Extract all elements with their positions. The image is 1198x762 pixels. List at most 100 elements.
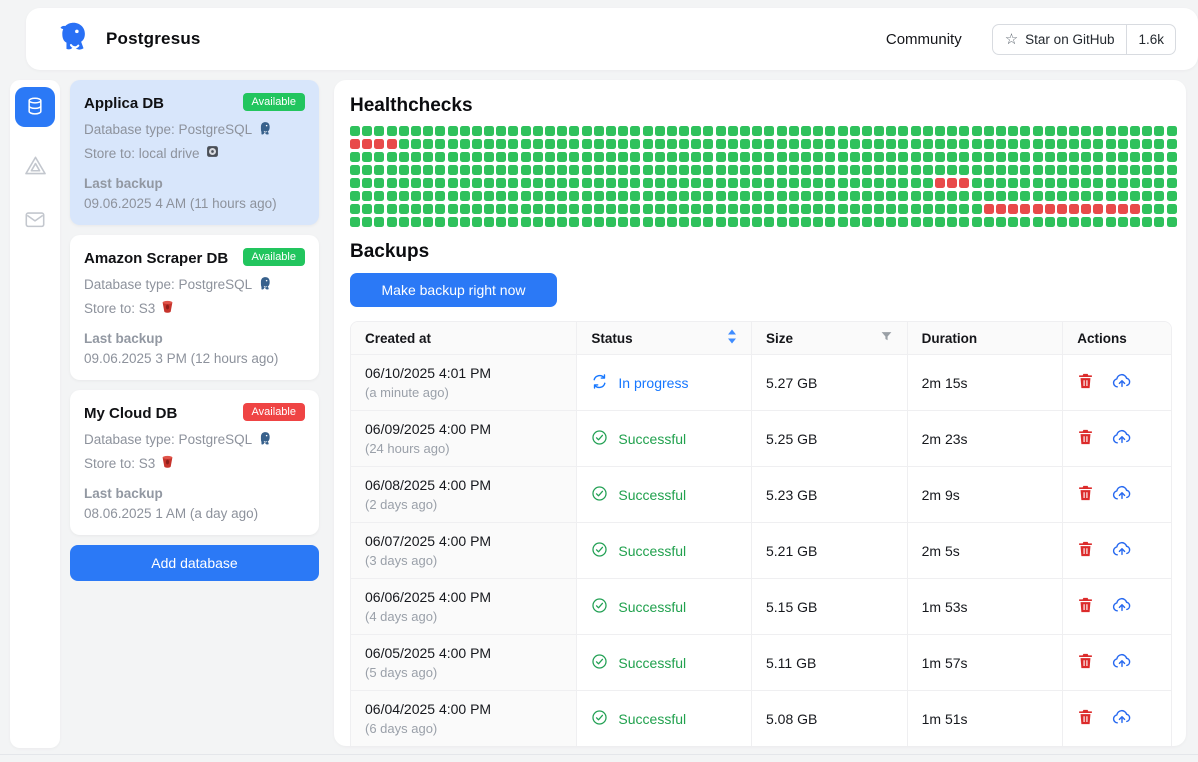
healthcheck-cell (655, 139, 665, 149)
delete-backup-button[interactable] (1077, 428, 1094, 449)
cell-status: In progress (577, 355, 752, 411)
healthcheck-cell (996, 152, 1006, 162)
community-link[interactable]: Community (886, 31, 962, 48)
created-at-ago: (2 days ago) (365, 497, 562, 512)
healthcheck-cell (460, 217, 470, 227)
database-icon (25, 96, 45, 119)
healthcheck-cell (618, 191, 628, 201)
healthcheck-cell (911, 217, 921, 227)
healthcheck-cell (716, 165, 726, 175)
healthcheck-cell (350, 191, 360, 201)
download-backup-button[interactable] (1112, 596, 1132, 617)
healthcheck-cell (813, 217, 823, 227)
healthcheck-cell (947, 178, 957, 188)
filter-icon[interactable] (880, 330, 893, 346)
column-header-status[interactable]: Status (577, 322, 752, 355)
created-at-ago: (a minute ago) (365, 385, 562, 400)
delete-backup-button[interactable] (1077, 540, 1094, 561)
healthcheck-cell (716, 191, 726, 201)
download-backup-button[interactable] (1112, 540, 1132, 561)
healthcheck-cell (594, 178, 604, 188)
download-backup-button[interactable] (1112, 372, 1132, 393)
healthcheck-cell (789, 178, 799, 188)
healthcheck-cell (350, 126, 360, 136)
delete-backup-button[interactable] (1077, 484, 1094, 505)
healthcheck-cell (886, 165, 896, 175)
healthcheck-cell (691, 126, 701, 136)
download-backup-button[interactable] (1112, 708, 1132, 729)
trash-icon (1077, 540, 1094, 561)
sidebar-item-storage[interactable] (15, 153, 55, 181)
healthcheck-cell (582, 139, 592, 149)
healthcheck-cell (521, 204, 531, 214)
healthcheck-cell (508, 126, 518, 136)
download-backup-button[interactable] (1112, 428, 1132, 449)
database-card[interactable]: Amazon Scraper DB Available Database typ… (70, 235, 319, 380)
download-backup-button[interactable] (1112, 484, 1132, 505)
status-text: Successful (618, 711, 686, 727)
healthcheck-cell (411, 139, 421, 149)
sidebar-item-databases[interactable] (15, 87, 55, 127)
created-at-date: 06/06/2025 4:00 PM (365, 587, 562, 605)
delete-backup-button[interactable] (1077, 652, 1094, 673)
healthcheck-cell (1106, 165, 1116, 175)
cell-actions (1063, 579, 1171, 635)
healthcheck-cell (1033, 191, 1043, 201)
table-row: 06/05/2025 4:00 PM (5 days ago) Successf… (351, 635, 1171, 691)
healthcheck-cell (606, 152, 616, 162)
github-star-segment[interactable]: ☆ Star on GitHub (993, 25, 1128, 54)
healthcheck-cell (508, 204, 518, 214)
delete-backup-button[interactable] (1077, 596, 1094, 617)
healthcheck-cell (1154, 178, 1164, 188)
healthcheck-cell (594, 204, 604, 214)
healthcheck-cell (789, 217, 799, 227)
make-backup-button[interactable]: Make backup right now (350, 273, 557, 307)
healthcheck-cell (630, 217, 640, 227)
healthcheck-cell (1033, 126, 1043, 136)
column-header-size[interactable]: Size (752, 322, 908, 355)
delete-backup-button[interactable] (1077, 372, 1094, 393)
created-at-date: 06/09/2025 4:00 PM (365, 419, 562, 437)
database-card[interactable]: My Cloud DB Available Database type: Pos… (70, 390, 319, 535)
postgresql-icon (258, 276, 272, 293)
download-backup-button[interactable] (1112, 652, 1132, 673)
healthcheck-cell (423, 217, 433, 227)
add-database-button[interactable]: Add database (70, 545, 319, 581)
status-text: Successful (618, 599, 686, 615)
healthcheck-cell (569, 126, 579, 136)
healthcheck-cell (521, 139, 531, 149)
sort-icon[interactable] (727, 329, 737, 347)
healthcheck-cell (630, 165, 640, 175)
healthcheck-cell (850, 126, 860, 136)
sidebar-item-notifications[interactable] (15, 207, 55, 235)
table-row: 06/08/2025 4:00 PM (2 days ago) Successf… (351, 467, 1171, 523)
healthcheck-cell (886, 152, 896, 162)
healthcheck-cell (862, 204, 872, 214)
healthcheck-cell (1008, 217, 1018, 227)
healthcheck-cell (472, 139, 482, 149)
healthcheck-cell (1069, 139, 1079, 149)
healthcheck-cell (667, 217, 677, 227)
healthcheck-cell (740, 204, 750, 214)
healthcheck-cell (508, 152, 518, 162)
healthcheck-cell (789, 165, 799, 175)
healthcheck-cell (387, 139, 397, 149)
column-label: Status (591, 331, 632, 346)
healthcheck-cell (399, 165, 409, 175)
healthcheck-cell (1130, 204, 1140, 214)
healthcheck-cell (643, 178, 653, 188)
star-count[interactable]: 1.6k (1127, 25, 1175, 54)
healthcheck-cell (606, 204, 616, 214)
healthcheck-cell (898, 152, 908, 162)
healthcheck-cell (923, 217, 933, 227)
delete-backup-button[interactable] (1077, 708, 1094, 729)
healthcheck-cell (1093, 165, 1103, 175)
trash-icon (1077, 596, 1094, 617)
github-star-button[interactable]: ☆ Star on GitHub 1.6k (992, 24, 1176, 55)
database-card[interactable]: Applica DB Available Database type: Post… (70, 80, 319, 225)
healthcheck-cell (728, 126, 738, 136)
healthcheck-cell (1118, 191, 1128, 201)
healthcheck-cell (935, 152, 945, 162)
healthcheck-cell (959, 165, 969, 175)
healthcheck-cell (703, 178, 713, 188)
